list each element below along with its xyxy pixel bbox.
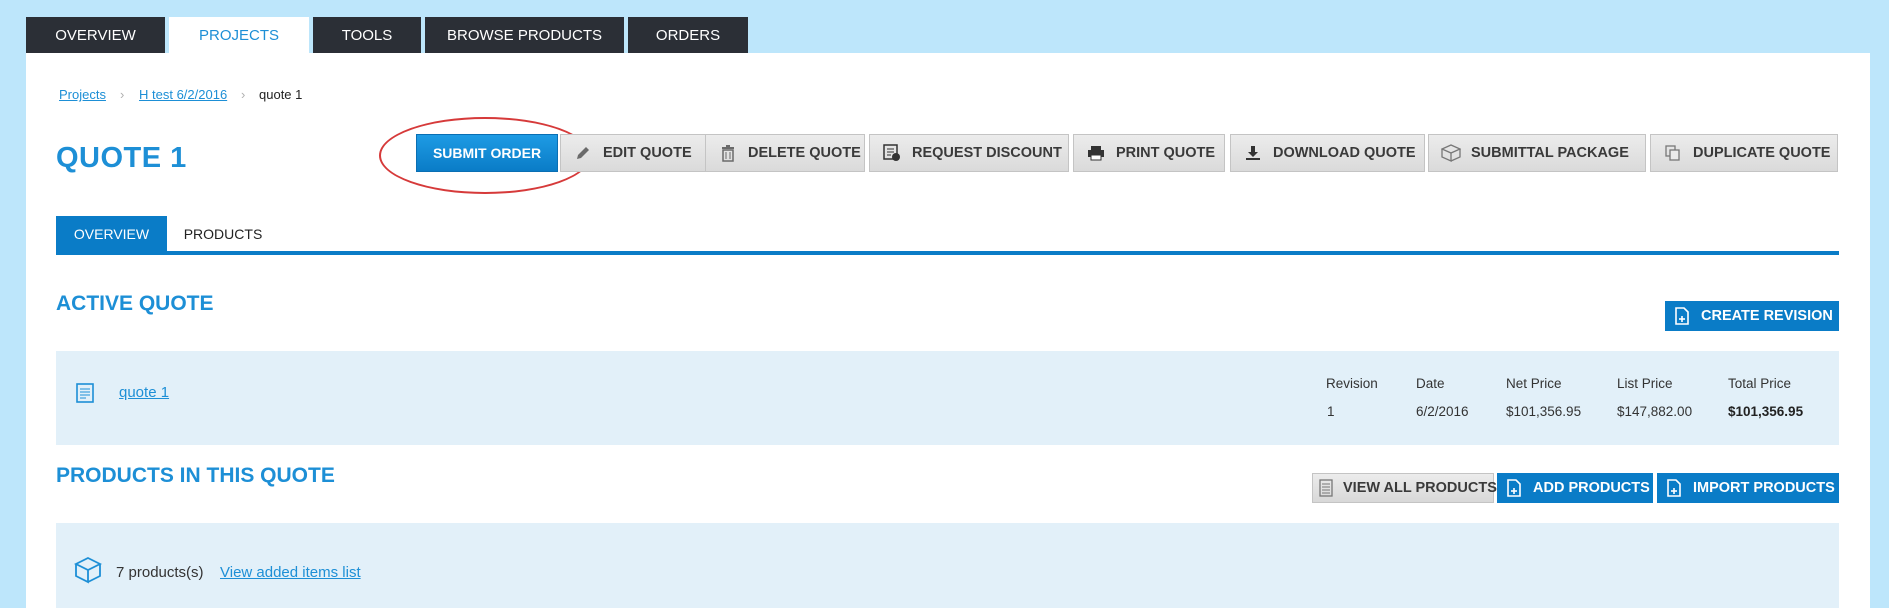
subtab-products[interactable]: PRODUCTS <box>167 216 279 251</box>
breadcrumb-chevron-icon: › <box>120 87 125 102</box>
edit-quote-button[interactable]: EDIT QUOTE <box>560 134 727 172</box>
submittal-package-button[interactable]: SUBMITTAL PACKAGE <box>1428 134 1646 172</box>
revision-value: 1 <box>1327 404 1335 419</box>
add-document-icon <box>1505 479 1523 497</box>
package-icon <box>73 556 103 589</box>
quote-name-link[interactable]: quote 1 <box>119 384 169 401</box>
edit-quote-label: EDIT QUOTE <box>603 145 692 161</box>
nav-tab-projects[interactable]: PROJECTS <box>169 17 309 54</box>
nav-tab-orders[interactable]: ORDERS <box>628 17 748 53</box>
new-document-icon <box>1673 307 1691 325</box>
delete-quote-label: DELETE QUOTE <box>748 145 861 161</box>
pencil-icon <box>573 143 593 163</box>
submittal-package-label: SUBMITTAL PACKAGE <box>1471 145 1629 161</box>
subtab-overview[interactable]: OVERVIEW <box>56 216 167 251</box>
trash-icon <box>718 143 738 163</box>
page-title: QUOTE 1 <box>56 142 187 174</box>
document-icon <box>76 383 94 408</box>
nav-tab-browse-products[interactable]: BROWSE PRODUCTS <box>425 17 624 53</box>
download-quote-label: DOWNLOAD QUOTE <box>1273 145 1416 161</box>
date-header: Date <box>1416 376 1445 391</box>
total-price-header: Total Price <box>1728 376 1792 391</box>
create-revision-button[interactable]: CREATE REVISION <box>1665 301 1839 331</box>
net-price-value: $101,356.95 <box>1506 404 1582 419</box>
duplicate-quote-label: DUPLICATE QUOTE <box>1693 145 1831 161</box>
top-navigation: OVERVIEW PROJECTS TOOLS BROWSE PRODUCTS … <box>26 17 748 54</box>
add-products-label: ADD PRODUCTS <box>1533 480 1650 496</box>
box-icon <box>1441 143 1461 163</box>
breadcrumb-project-link[interactable]: H test 6/2/2016 <box>139 87 227 102</box>
total-price-value: $101,356.95 <box>1728 404 1804 419</box>
delete-quote-button[interactable]: DELETE QUOTE <box>705 134 865 172</box>
list-price-header: List Price <box>1617 376 1673 391</box>
main-panel: Projects › H test 6/2/2016 › quote 1 QUO… <box>26 53 1870 608</box>
request-discount-label: REQUEST DISCOUNT <box>912 145 1062 161</box>
products-summary-box: 7 products(s) View added items list <box>56 523 1839 608</box>
date-value: 6/2/2016 <box>1416 404 1469 419</box>
list-icon <box>1319 479 1333 497</box>
breadcrumb-projects-link[interactable]: Projects <box>59 87 106 102</box>
printer-icon <box>1086 143 1106 163</box>
import-document-icon <box>1665 479 1683 497</box>
nav-tab-tools[interactable]: TOOLS <box>313 17 421 53</box>
print-quote-label: PRINT QUOTE <box>1116 145 1216 161</box>
view-all-products-label: VIEW ALL PRODUCTS <box>1343 480 1497 496</box>
submit-order-button[interactable]: SUBMIT ORDER <box>416 134 558 172</box>
create-revision-label: CREATE REVISION <box>1701 308 1833 324</box>
breadcrumb-chevron-icon: › <box>241 87 246 102</box>
active-quote-title: ACTIVE QUOTE <box>56 292 214 315</box>
nav-tab-overview[interactable]: OVERVIEW <box>26 17 165 53</box>
add-products-button[interactable]: ADD PRODUCTS <box>1497 473 1653 503</box>
import-products-label: IMPORT PRODUCTS <box>1693 480 1835 496</box>
duplicate-icon <box>1663 143 1683 163</box>
breadcrumb-current: quote 1 <box>259 87 303 102</box>
download-icon <box>1243 143 1263 163</box>
revision-header: Revision <box>1326 376 1378 391</box>
active-quote-box: quote 1 Revision Date Net Price List Pri… <box>56 351 1839 445</box>
products-section-title: PRODUCTS IN THIS QUOTE <box>56 464 335 487</box>
discount-icon <box>882 143 902 163</box>
import-products-button[interactable]: IMPORT PRODUCTS <box>1657 473 1839 503</box>
quote-subtabs: OVERVIEW PRODUCTS <box>56 216 1839 255</box>
view-added-items-link[interactable]: View added items list <box>220 564 361 581</box>
view-all-products-button[interactable]: VIEW ALL PRODUCTS <box>1312 473 1497 503</box>
duplicate-quote-button[interactable]: DUPLICATE QUOTE <box>1650 134 1838 172</box>
list-price-value: $147,882.00 <box>1617 404 1693 419</box>
print-quote-button[interactable]: PRINT QUOTE <box>1073 134 1225 172</box>
products-count: 7 products(s) <box>116 564 204 581</box>
net-price-header: Net Price <box>1506 376 1562 391</box>
download-quote-button[interactable]: DOWNLOAD QUOTE <box>1230 134 1425 172</box>
request-discount-button[interactable]: REQUEST DISCOUNT <box>869 134 1069 172</box>
